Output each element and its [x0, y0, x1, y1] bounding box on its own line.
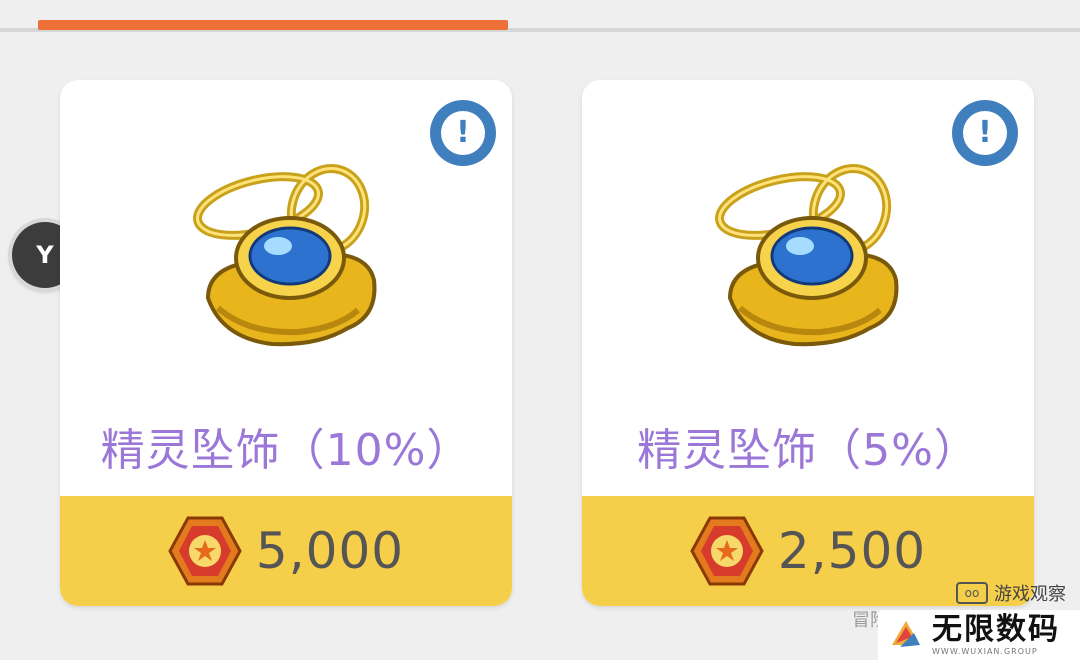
watermark-game-observation: oo 游戏观察: [956, 580, 1066, 606]
item-price: 5,000: [255, 522, 405, 580]
active-tab-indicator: [38, 20, 508, 30]
price-bar[interactable]: 5,000: [60, 496, 512, 606]
brand-name: 无限数码: [932, 611, 1060, 647]
info-alarm-icon[interactable]: !: [430, 100, 496, 166]
pendant-icon: [715, 164, 899, 347]
item-card[interactable]: ! 精灵坠饰（5%） 2,500: [582, 80, 1034, 606]
item-name: 精灵坠饰（10%）: [100, 425, 472, 476]
watermark-text: 游戏观察: [994, 584, 1066, 605]
pendant-icon: [193, 164, 377, 347]
info-alarm-icon[interactable]: !: [952, 100, 1018, 166]
item-card[interactable]: ! 精灵坠饰（10%） 5,000: [60, 80, 512, 606]
watermark-eye-icon: oo: [956, 582, 988, 604]
brand-url: WWW.WUXIAN.GROUP: [932, 646, 1038, 656]
star-coin-icon: [690, 516, 764, 586]
item-name: 精灵坠饰（5%）: [637, 425, 979, 476]
brand-logo-icon: [892, 621, 920, 647]
watermark-brand: 无限数码 WWW.WUXIAN.GROUP: [878, 610, 1080, 660]
star-coin-icon: [168, 516, 242, 586]
item-price: 2,500: [777, 522, 927, 580]
